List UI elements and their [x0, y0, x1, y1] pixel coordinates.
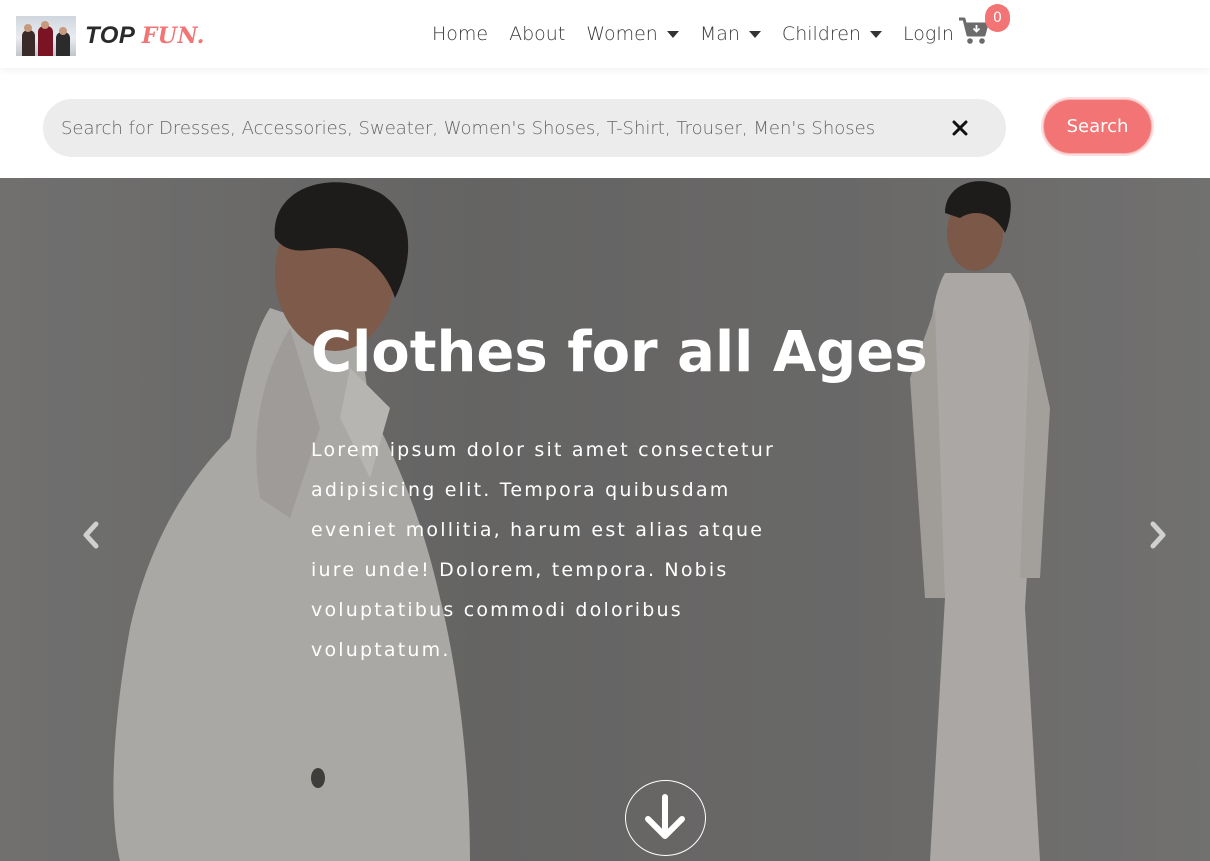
hero-carousel: Clothes for all Ages Lorem ipsum dolor s…	[0, 178, 1210, 861]
chevron-left-icon[interactable]	[78, 518, 104, 552]
close-icon[interactable]	[948, 116, 972, 140]
nav-home[interactable]: Home	[432, 23, 488, 45]
scroll-down-button[interactable]	[625, 780, 706, 856]
search-button[interactable]: Search	[1043, 99, 1152, 154]
main-nav: Home About Women Man Children LogIn	[432, 0, 975, 68]
nav-home-label: Home	[432, 23, 489, 45]
cart-count-badge: 0	[985, 4, 1010, 32]
navbar: TOP FUN. Home About Women Man Children L…	[0, 0, 1210, 68]
nav-about-label: About	[509, 23, 566, 45]
nav-about[interactable]: About	[509, 23, 565, 45]
chevron-right-icon[interactable]	[1145, 518, 1171, 552]
caret-down-icon	[748, 30, 761, 38]
brand-name: TOP FUN.	[85, 22, 205, 50]
search-bar	[43, 99, 1006, 157]
arrow-down-icon	[645, 794, 685, 839]
caret-down-icon	[869, 30, 882, 38]
nav-man-dropdown[interactable]: Man	[700, 23, 761, 45]
nav-man-label: Man	[699, 23, 740, 45]
nav-women-dropdown[interactable]: Women	[586, 23, 679, 45]
brand-name-main: TOP	[85, 22, 135, 49]
nav-login-label: LogIn	[902, 23, 954, 45]
hero-title: Clothes for all Ages	[311, 320, 928, 385]
nav-women-label: Women	[586, 23, 658, 45]
nav-children-dropdown[interactable]: Children	[782, 23, 882, 45]
brand[interactable]: TOP FUN.	[16, 16, 205, 56]
hero-description: Lorem ipsum dolor sit amet consectetur a…	[311, 439, 775, 661]
search-input[interactable]	[43, 99, 923, 157]
nav-login[interactable]: LogIn	[903, 23, 954, 45]
nav-children-label: Children	[781, 23, 861, 45]
brand-logo-image	[16, 16, 76, 56]
caret-down-icon	[666, 30, 679, 38]
brand-name-accent: FUN.	[141, 23, 205, 49]
